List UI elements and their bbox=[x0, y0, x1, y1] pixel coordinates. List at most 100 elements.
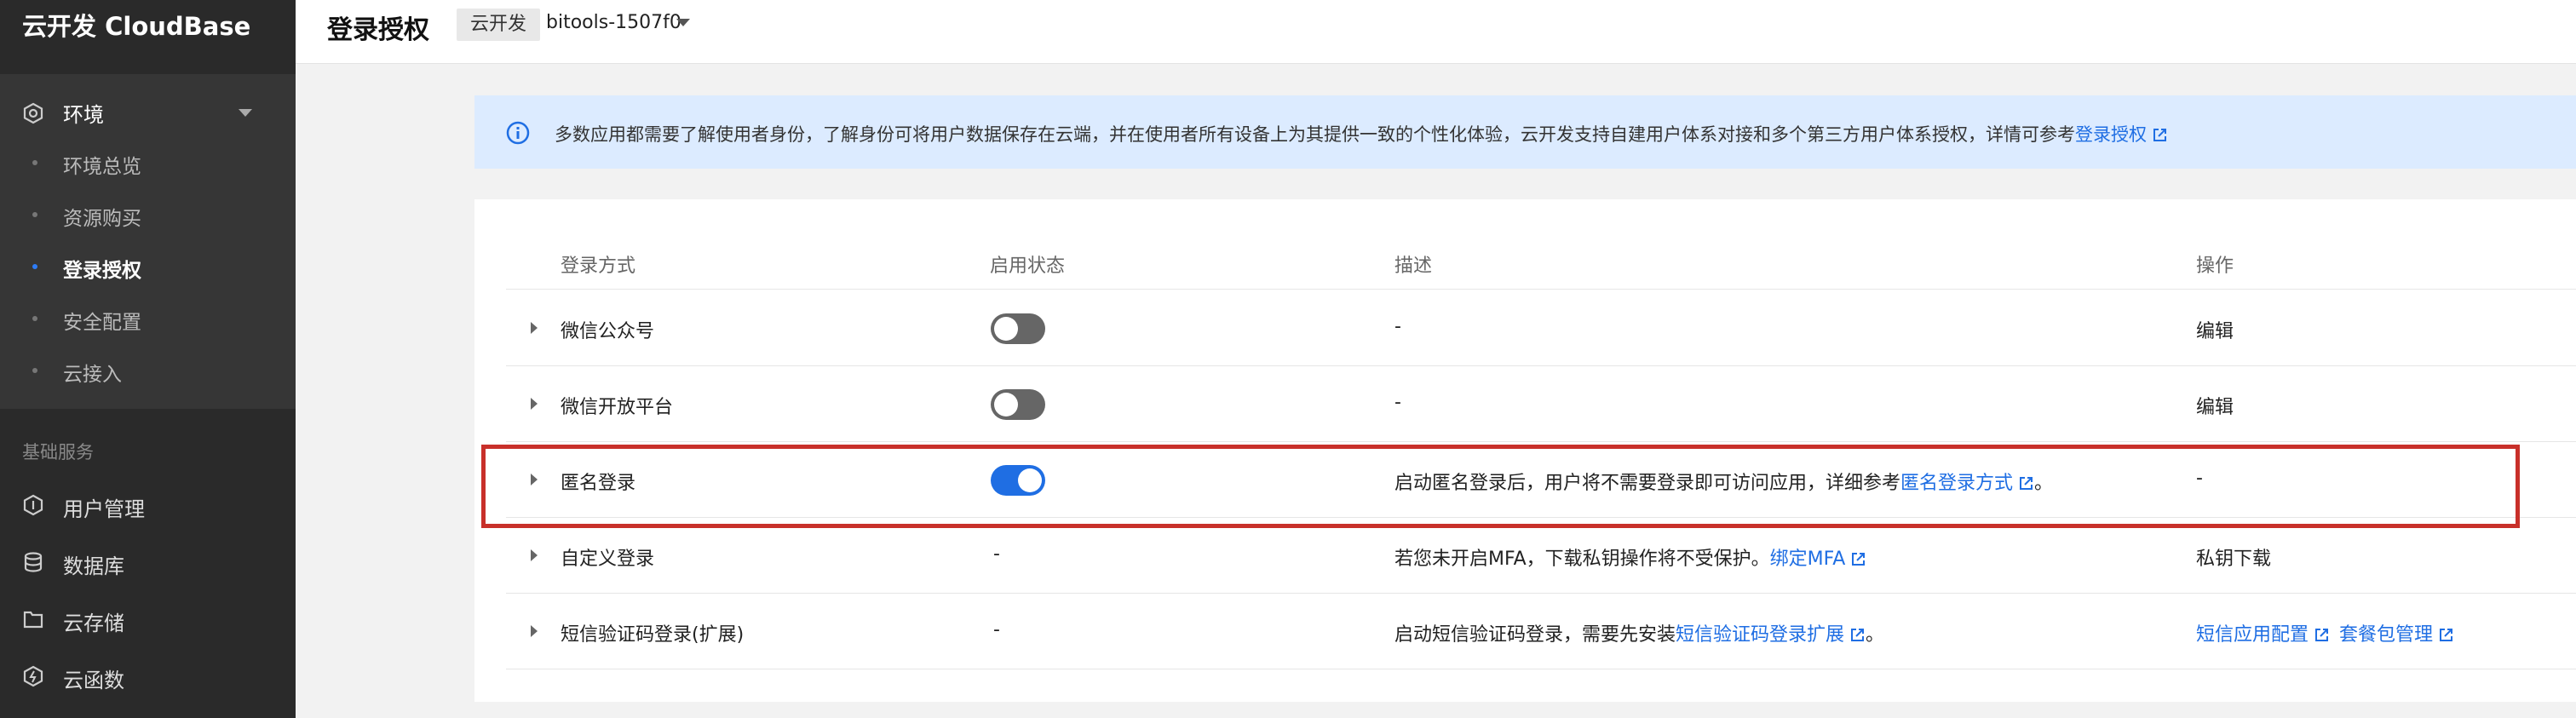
user-manage-icon bbox=[23, 494, 43, 516]
bullet-dot-icon bbox=[32, 368, 37, 373]
table-row: 微信公众号 - 编辑 bbox=[506, 290, 2576, 366]
env-selector[interactable]: bitools-1507f0 bbox=[546, 12, 681, 33]
description-suffix: 。 bbox=[2034, 473, 2054, 494]
bullet-dot-icon bbox=[32, 212, 37, 217]
chevron-down-icon bbox=[239, 109, 252, 117]
toggle-knob bbox=[994, 317, 1018, 341]
description: 若您未开启MFA，下载私钥操作将不受保护。绑定MFA bbox=[1394, 543, 1866, 571]
sidebar-item-login-auth[interactable]: 登录授权 bbox=[0, 242, 296, 293]
method-name: 微信公众号 bbox=[561, 321, 655, 342]
private-key-download-link[interactable]: 私钥下载 bbox=[2196, 543, 2271, 571]
method-name: 短信验证码登录(扩展) bbox=[561, 624, 745, 646]
page-title: 登录授权 bbox=[327, 15, 429, 45]
description: 启动匿名登录后，用户将不需要登录即可访问应用，详细参考匿名登录方式 。 bbox=[1394, 468, 2053, 495]
login-methods-table: 登录方式 启用状态 描述 操作 微信公众号 - 编辑 微信开放平台 - 编辑 匿… bbox=[474, 199, 2576, 702]
expand-arrow-icon[interactable] bbox=[531, 549, 538, 561]
description-text: 若您未开启MFA，下载私钥操作将不受保护。 bbox=[1394, 549, 1770, 570]
bullet-dot-icon bbox=[32, 264, 37, 269]
brand-logo-text[interactable]: 云开发 CloudBase bbox=[22, 7, 250, 43]
info-notice: 多数应用都需要了解使用者身份，了解身份可将用户数据保存在云端，并在使用者所有设备… bbox=[474, 95, 2576, 169]
actions-cell: 短信应用配置 套餐包管理 bbox=[2196, 619, 2454, 646]
sidebar-item-label: 云存储 bbox=[63, 612, 124, 635]
sidebar-item-label: 资源购买 bbox=[63, 208, 141, 230]
sms-extension-link[interactable]: 短信验证码登录扩展 bbox=[1676, 624, 1844, 646]
folder-icon bbox=[23, 611, 43, 629]
sidebar-item-database[interactable]: 数据库 bbox=[0, 536, 296, 587]
sidebar-item-user-manage[interactable]: 用户管理 bbox=[0, 479, 296, 530]
package-manage-link[interactable]: 套餐包管理 bbox=[2339, 624, 2433, 646]
env-tag: 云开发 bbox=[457, 9, 541, 41]
description: - bbox=[1394, 392, 1401, 413]
col-header-status: 启用状态 bbox=[990, 256, 1066, 277]
status-toggle[interactable] bbox=[991, 313, 1045, 344]
toggle-knob bbox=[1018, 468, 1042, 492]
expand-arrow-icon[interactable] bbox=[531, 322, 538, 334]
col-header-description: 描述 bbox=[1394, 256, 1433, 277]
table-row: 匿名登录 启动匿名登录后，用户将不需要登录即可访问应用，详细参考匿名登录方式 。… bbox=[506, 442, 2576, 518]
env-section: 环境 环境总览 资源购买 登录授权 安全配置 云接入 bbox=[0, 74, 296, 409]
sidebar-item-cloud-function[interactable]: 云函数 bbox=[0, 650, 296, 701]
caret-down-icon[interactable] bbox=[676, 19, 690, 26]
expand-arrow-icon[interactable] bbox=[531, 474, 538, 485]
sidebar-item-env-overview[interactable]: 环境总览 bbox=[0, 138, 296, 189]
notice-link[interactable]: 登录授权 bbox=[2075, 124, 2147, 145]
method-name: 匿名登录 bbox=[561, 473, 636, 494]
description-text: 启动匿名登录后，用户将不需要登录即可访问应用，详细参考 bbox=[1394, 473, 1901, 494]
col-header-actions: 操作 bbox=[2196, 256, 2234, 277]
external-link-icon[interactable] bbox=[1849, 627, 1866, 643]
description-suffix: 。 bbox=[1866, 624, 1885, 646]
external-link-icon[interactable] bbox=[2152, 127, 2168, 143]
external-link-icon[interactable] bbox=[2438, 627, 2454, 643]
notice-text: 多数应用都需要了解使用者身份，了解身份可将用户数据保存在云端，并在使用者所有设备… bbox=[555, 124, 2075, 145]
sidebar-item-label: 云函数 bbox=[63, 669, 124, 692]
notice-text-line: 多数应用都需要了解使用者身份，了解身份可将用户数据保存在云端，并在使用者所有设备… bbox=[555, 121, 2168, 146]
table-row: 短信验证码登录(扩展) - 启动短信验证码登录，需要先安装短信验证码登录扩展 。… bbox=[506, 594, 2576, 669]
edit-link[interactable]: 编辑 bbox=[2196, 316, 2234, 343]
top-bar: 登录授权 云开发 bitools-1507f0 bbox=[296, 0, 2576, 64]
description-text: 启动短信验证码登录，需要先安装 bbox=[1394, 624, 1676, 646]
bullet-dot-icon bbox=[32, 316, 37, 321]
section-label-basic-services: 基础服务 bbox=[22, 442, 94, 462]
external-link-icon[interactable] bbox=[1850, 551, 1866, 567]
env-hexagon-icon bbox=[23, 102, 43, 124]
anonymous-login-doc-link[interactable]: 匿名登录方式 bbox=[1900, 473, 2013, 494]
expand-arrow-icon[interactable] bbox=[531, 625, 538, 637]
external-link-icon[interactable] bbox=[2314, 627, 2330, 643]
external-link-icon[interactable] bbox=[2018, 475, 2034, 491]
expand-arrow-icon[interactable] bbox=[531, 398, 538, 410]
env-group-label: 环境 bbox=[63, 102, 104, 127]
info-icon bbox=[506, 121, 530, 145]
status-toggle[interactable] bbox=[991, 389, 1045, 420]
sidebar-item-label: 数据库 bbox=[63, 554, 124, 578]
sidebar: 云开发 CloudBase 环境 环境总览 资源购买 登录授权 安全配置 云接入… bbox=[0, 0, 296, 718]
bind-mfa-link[interactable]: 绑定MFA bbox=[1770, 549, 1846, 570]
sidebar-item-security-config[interactable]: 安全配置 bbox=[0, 294, 296, 345]
sms-app-config-link[interactable]: 短信应用配置 bbox=[2196, 624, 2309, 646]
status-text: - bbox=[993, 543, 1000, 565]
table-header: 登录方式 启用状态 描述 操作 bbox=[506, 237, 2576, 290]
sidebar-item-label: 用户管理 bbox=[63, 497, 145, 521]
method-name: 微信开放平台 bbox=[561, 397, 674, 418]
function-icon bbox=[23, 665, 43, 687]
edit-link[interactable]: 编辑 bbox=[2196, 392, 2234, 419]
status-toggle[interactable] bbox=[991, 465, 1045, 496]
sidebar-item-label: 安全配置 bbox=[63, 312, 141, 334]
env-group-toggle[interactable]: 环境 bbox=[0, 88, 296, 137]
sidebar-item-label: 云接入 bbox=[63, 364, 122, 386]
toggle-knob bbox=[994, 393, 1018, 416]
database-icon bbox=[24, 552, 43, 572]
status-text: - bbox=[993, 619, 1000, 640]
method-name: 自定义登录 bbox=[561, 549, 655, 570]
description: - bbox=[1394, 316, 1401, 337]
table-row: 微信开放平台 - 编辑 bbox=[506, 366, 2576, 442]
sidebar-item-cloud-storage[interactable]: 云存储 bbox=[0, 593, 296, 644]
col-header-method: 登录方式 bbox=[561, 256, 636, 277]
table-row: 自定义登录 - 若您未开启MFA，下载私钥操作将不受保护。绑定MFA 私钥下载 bbox=[506, 518, 2576, 594]
description: 启动短信验证码登录，需要先安装短信验证码登录扩展 。 bbox=[1394, 619, 1884, 646]
sidebar-item-label: 登录授权 bbox=[63, 260, 141, 282]
bullet-dot-icon bbox=[32, 160, 37, 165]
sidebar-item-resource-purchase[interactable]: 资源购买 bbox=[0, 190, 296, 241]
sidebar-item-label: 环境总览 bbox=[63, 156, 141, 178]
sidebar-item-cloud-access[interactable]: 云接入 bbox=[0, 346, 296, 397]
action-placeholder: - bbox=[2196, 468, 2203, 489]
